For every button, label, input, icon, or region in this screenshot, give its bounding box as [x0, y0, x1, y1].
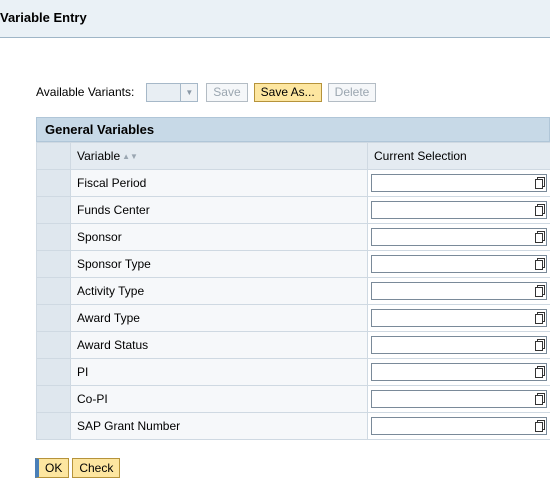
variants-label: Available Variants: [36, 85, 135, 99]
row-selector[interactable] [36, 277, 71, 305]
value-help-icon[interactable] [535, 204, 545, 216]
table-row: Award Type [36, 304, 550, 332]
table-row: Award Status [36, 331, 550, 359]
table-row: PI [36, 358, 550, 386]
current-selection-cell [367, 169, 550, 197]
value-input[interactable] [371, 228, 547, 246]
ok-button[interactable]: OK [35, 458, 70, 478]
row-selector[interactable] [36, 169, 71, 197]
chevron-down-icon[interactable]: ▼ [181, 82, 199, 102]
value-help-icon[interactable] [535, 285, 545, 297]
check-button[interactable]: Check [72, 458, 121, 478]
table-row: Activity Type [36, 277, 550, 305]
value-help-icon[interactable] [535, 231, 545, 243]
row-selector[interactable] [36, 304, 71, 332]
row-selector[interactable] [36, 250, 71, 278]
variable-name: Award Status [70, 331, 368, 359]
value-help-icon[interactable] [535, 312, 545, 324]
panel-title: General Variables [36, 117, 550, 142]
variables-table: Variable ▲▼ Current Selection Fiscal Peri… [36, 142, 550, 440]
variable-name: Award Type [70, 304, 368, 332]
variable-name: Sponsor [70, 223, 368, 251]
row-selector[interactable] [36, 358, 71, 386]
value-help-icon[interactable] [535, 393, 545, 405]
value-input[interactable] [371, 390, 547, 408]
title-bar: Variable Entry [0, 0, 550, 38]
variable-name: Funds Center [70, 196, 368, 224]
current-selection-cell [367, 385, 550, 413]
variants-toolbar: Available Variants: ▼ Save Save As... De… [36, 81, 382, 103]
page-title: Variable Entry [0, 10, 87, 25]
table-row: Sponsor Type [36, 250, 550, 278]
value-input[interactable] [371, 174, 547, 192]
variable-name: Sponsor Type [70, 250, 368, 278]
variable-name: SAP Grant Number [70, 412, 368, 440]
select-all-cell[interactable] [36, 142, 71, 170]
row-selector[interactable] [36, 412, 71, 440]
general-variables-panel: General Variables Variable ▲▼ Current Sel… [36, 117, 550, 451]
table-row: SAP Grant Number [36, 412, 550, 440]
variable-name: Co-PI [70, 385, 368, 413]
value-input[interactable] [371, 309, 547, 327]
sort-icon[interactable]: ▲▼ [122, 152, 138, 161]
current-selection-cell [367, 304, 550, 332]
current-selection-cell [367, 196, 550, 224]
variable-name: PI [70, 358, 368, 386]
table-header-row: Variable ▲▼ Current Selection [36, 142, 550, 170]
save-as-button[interactable]: Save As... [253, 82, 322, 102]
variable-name: Fiscal Period [70, 169, 368, 197]
current-selection-cell [367, 223, 550, 251]
row-selector[interactable] [36, 223, 71, 251]
value-help-icon[interactable] [535, 420, 545, 432]
value-input[interactable] [371, 255, 547, 273]
current-selection-cell [367, 277, 550, 305]
current-selection-cell [367, 358, 550, 386]
current-selection-cell [367, 331, 550, 359]
value-input[interactable] [371, 282, 547, 300]
value-input[interactable] [371, 363, 547, 381]
value-help-icon[interactable] [535, 339, 545, 351]
value-help-icon[interactable] [535, 366, 545, 378]
value-help-icon[interactable] [535, 258, 545, 270]
value-input[interactable] [371, 336, 547, 354]
row-selector[interactable] [36, 196, 71, 224]
row-selector[interactable] [36, 385, 71, 413]
table-row: Funds Center [36, 196, 550, 224]
delete-button[interactable]: Delete [327, 82, 377, 102]
table-row: Co-PI [36, 385, 550, 413]
value-help-icon[interactable] [535, 177, 545, 189]
column-header-variable[interactable]: Variable ▲▼ [70, 142, 368, 170]
value-input[interactable] [371, 417, 547, 435]
column-header-variable-label: Variable [77, 149, 121, 163]
current-selection-cell [367, 412, 550, 440]
current-selection-cell [367, 250, 550, 278]
row-selector[interactable] [36, 331, 71, 359]
column-header-current-selection: Current Selection [367, 142, 550, 170]
variants-dropdown[interactable]: ▼ [146, 82, 199, 102]
variants-dropdown-field[interactable] [146, 82, 182, 102]
value-input[interactable] [371, 201, 547, 219]
footer-actions: OK Check [35, 458, 123, 478]
save-button[interactable]: Save [206, 82, 248, 102]
table-row: Fiscal Period [36, 169, 550, 197]
table-row: Sponsor [36, 223, 550, 251]
variable-name: Activity Type [70, 277, 368, 305]
